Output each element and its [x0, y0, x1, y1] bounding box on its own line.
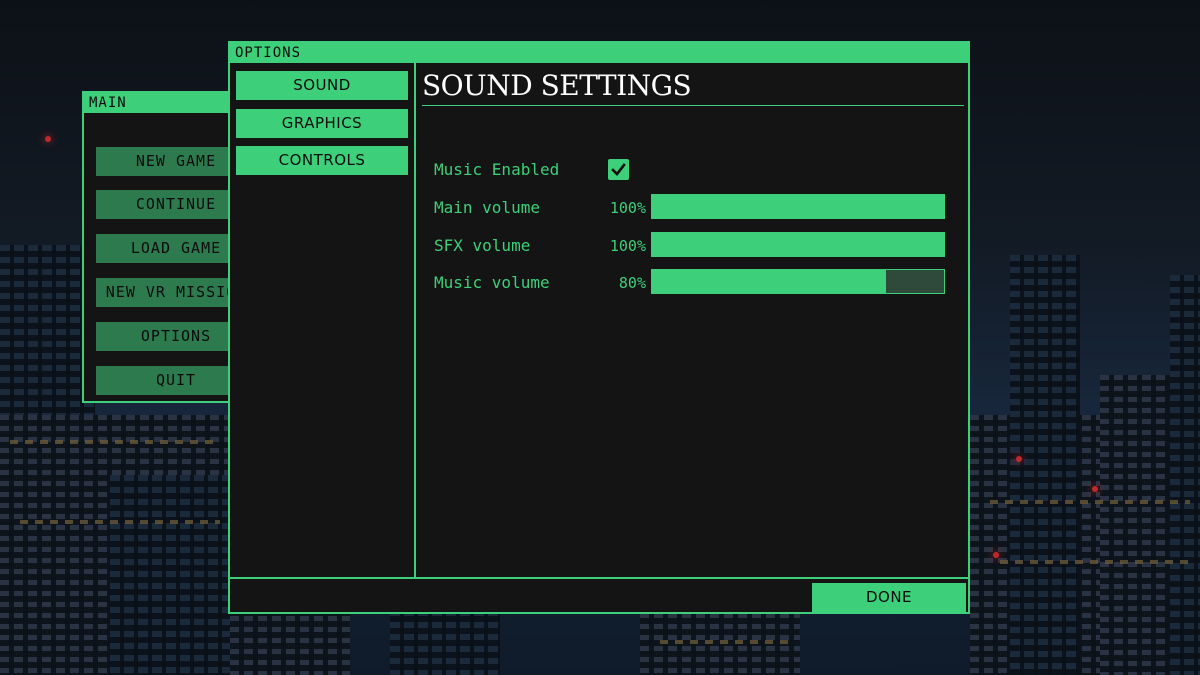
- main-volume-label: Main volume: [434, 198, 540, 217]
- sfx-volume-label: SFX volume: [434, 236, 531, 255]
- options-window-title: OPTIONS: [230, 43, 968, 63]
- building: [390, 610, 500, 675]
- main-volume-value: 100%: [609, 199, 646, 217]
- slider-fill: [652, 270, 886, 293]
- slider-fill: [652, 195, 944, 218]
- main-volume-slider[interactable]: [651, 194, 945, 219]
- building: [1170, 275, 1200, 675]
- music-volume-value: 80%: [618, 274, 646, 292]
- options-sidebar: SOUND GRAPHICS CONTROLS: [230, 63, 416, 577]
- window-lights: [20, 520, 220, 524]
- red-light: [45, 136, 51, 142]
- window-lights: [990, 500, 1190, 504]
- options-footer: DONE: [230, 577, 968, 612]
- window-lights: [660, 640, 790, 644]
- tab-controls[interactable]: CONTROLS: [236, 146, 408, 175]
- music-enabled-checkbox[interactable]: [608, 159, 629, 180]
- music-volume-label: Music volume: [434, 273, 550, 292]
- music-volume-slider[interactable]: [651, 269, 945, 294]
- main-window-title: MAIN: [84, 93, 250, 113]
- sound-settings-panel: SOUND SETTINGS Music Enabled Main volume…: [418, 63, 968, 577]
- done-button[interactable]: DONE: [812, 583, 966, 612]
- slider-fill: [652, 233, 944, 256]
- red-light: [1092, 486, 1098, 492]
- window-lights: [1000, 560, 1190, 564]
- red-light: [1016, 456, 1022, 462]
- building: [230, 605, 350, 675]
- tab-sound[interactable]: SOUND: [236, 71, 408, 100]
- page-title: SOUND SETTINGS: [422, 71, 964, 106]
- building: [110, 475, 230, 675]
- music-enabled-label: Music Enabled: [434, 160, 560, 179]
- window-lights: [10, 440, 220, 444]
- checkmark-icon: [611, 163, 626, 176]
- sfx-volume-slider[interactable]: [651, 232, 945, 257]
- sfx-volume-value: 100%: [609, 237, 646, 255]
- red-light: [993, 552, 999, 558]
- building: [640, 613, 800, 675]
- main-menu-window: MAIN NEW GAME CONTINUE LOAD GAME NEW VR …: [82, 91, 256, 403]
- tab-graphics[interactable]: GRAPHICS: [236, 109, 408, 138]
- options-window: OPTIONS SOUND GRAPHICS CONTROLS SOUND SE…: [228, 41, 970, 614]
- building: [1010, 255, 1080, 675]
